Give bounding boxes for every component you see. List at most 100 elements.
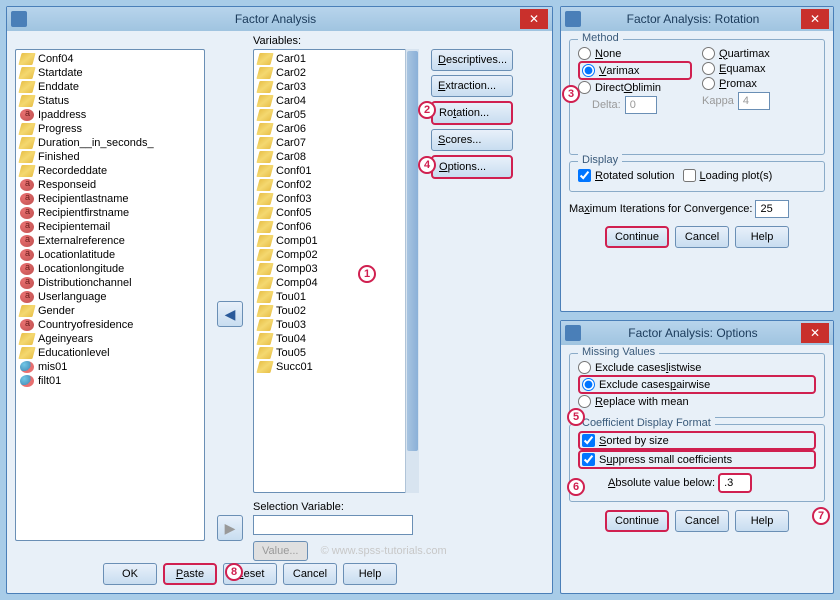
list-item[interactable]: Car07	[256, 136, 402, 150]
variable-name: Countryofresidence	[38, 319, 133, 331]
extraction-button[interactable]: Extraction...	[431, 75, 513, 97]
selected-variable-list[interactable]: Car01Car02Car03Car04Car05Car06Car07Car08…	[253, 49, 419, 493]
variable-name: Externalreference	[38, 235, 125, 247]
list-item[interactable]: Conf05	[256, 206, 402, 220]
exclude-listwise[interactable]: Exclude cases listwise	[578, 360, 816, 375]
list-item[interactable]: Car04	[256, 94, 402, 108]
move-to-variables-button[interactable]: ◀	[217, 301, 243, 327]
ruler-icon	[18, 347, 35, 359]
replace-mean[interactable]: Replace with mean	[578, 394, 816, 409]
list-item[interactable]: Conf02	[256, 178, 402, 192]
help-button[interactable]: Help	[343, 563, 397, 585]
list-item[interactable]: Locationlatitude	[18, 248, 202, 262]
list-item[interactable]: filt01	[18, 374, 202, 388]
sorted-by-size-check[interactable]: Sorted by size	[578, 431, 816, 450]
exclude-pairwise[interactable]: Exclude cases pairwise	[578, 375, 816, 394]
method-varimax[interactable]: Varimax	[578, 61, 692, 80]
method-promax[interactable]: Promax	[702, 76, 816, 91]
list-item[interactable]: Recipientfirstname	[18, 206, 202, 220]
list-item[interactable]: Duration__in_seconds_	[18, 136, 202, 150]
list-item[interactable]: Car03	[256, 80, 402, 94]
help-button[interactable]: Help	[735, 510, 789, 532]
list-item[interactable]: Educationlevel	[18, 346, 202, 360]
list-item[interactable]: Tou02	[256, 304, 402, 318]
descriptives-button[interactable]: Descriptives...	[431, 49, 513, 71]
list-item[interactable]: Tou04	[256, 332, 402, 346]
loading-plots-check[interactable]: Loading plot(s)	[683, 168, 773, 183]
list-item[interactable]: Conf06	[256, 220, 402, 234]
list-item[interactable]: mis01	[18, 360, 202, 374]
list-item[interactable]: Status	[18, 94, 202, 108]
suppress-small-check[interactable]: Suppress small coefficients	[578, 450, 816, 469]
list-item[interactable]: Locationlongitude	[18, 262, 202, 276]
abs-value-input[interactable]	[718, 473, 752, 493]
list-item[interactable]: Tou01	[256, 290, 402, 304]
ruler-icon	[256, 291, 273, 303]
max-iter-input[interactable]	[755, 200, 789, 218]
cancel-button[interactable]: Cancel	[675, 226, 729, 248]
variable-name: Car03	[276, 81, 306, 93]
continue-button[interactable]: Continue	[605, 510, 669, 532]
list-item[interactable]: Gender	[18, 304, 202, 318]
list-item[interactable]: Car06	[256, 122, 402, 136]
reset-button[interactable]: Reset	[223, 563, 277, 585]
list-item[interactable]: Conf04	[18, 52, 202, 66]
nominal-icon	[20, 291, 34, 303]
method-quartimax[interactable]: Quartimax	[702, 46, 816, 61]
list-item[interactable]: Ipaddress	[18, 108, 202, 122]
max-iter-label: Maximum Iterations for Convergence:	[569, 203, 752, 215]
source-variable-list[interactable]: Conf04StartdateEnddateStatusIpaddressPro…	[15, 49, 205, 541]
variables-scrollbar[interactable]	[405, 49, 419, 493]
list-item[interactable]: Comp01	[256, 234, 402, 248]
list-item[interactable]: Conf03	[256, 192, 402, 206]
list-item[interactable]: Tou03	[256, 318, 402, 332]
list-item[interactable]: Ageinyears	[18, 332, 202, 346]
list-item[interactable]: Finished	[18, 150, 202, 164]
list-item[interactable]: Startdate	[18, 66, 202, 80]
cancel-button[interactable]: Cancel	[675, 510, 729, 532]
ruler-icon	[256, 347, 273, 359]
close-icon[interactable]: ✕	[520, 9, 548, 29]
move-to-selection-button[interactable]: ▶	[217, 515, 243, 541]
list-item[interactable]: Comp02	[256, 248, 402, 262]
ruler-icon	[256, 221, 273, 233]
list-item[interactable]: Car02	[256, 66, 402, 80]
list-item[interactable]: Recipientemail	[18, 220, 202, 234]
list-item[interactable]: Progress	[18, 122, 202, 136]
list-item[interactable]: Distributionchannel	[18, 276, 202, 290]
list-item[interactable]: Recordeddate	[18, 164, 202, 178]
list-item[interactable]: Enddate	[18, 80, 202, 94]
close-icon[interactable]: ✕	[801, 9, 829, 29]
scores-button[interactable]: Scores...	[431, 129, 513, 151]
method-equamax[interactable]: Equamax	[702, 61, 816, 76]
options-button[interactable]: Options...	[431, 155, 513, 179]
rotation-button[interactable]: Rotation...	[431, 101, 513, 125]
rotated-solution-check[interactable]: Rotated solution	[578, 168, 675, 183]
list-item[interactable]: Car08	[256, 150, 402, 164]
nominal2-icon	[20, 361, 34, 373]
list-item[interactable]: Car01	[256, 52, 402, 66]
list-item[interactable]: Car05	[256, 108, 402, 122]
window-title: Factor Analysis: Rotation	[585, 12, 801, 26]
paste-button[interactable]: Paste	[163, 563, 217, 585]
list-item[interactable]: Recipientlastname	[18, 192, 202, 206]
continue-button[interactable]: Continue	[605, 226, 669, 248]
app-icon	[565, 11, 581, 27]
list-item[interactable]: Countryofresidence	[18, 318, 202, 332]
help-button[interactable]: Help	[735, 226, 789, 248]
list-item[interactable]: Succ01	[256, 360, 402, 374]
list-item[interactable]: Externalreference	[18, 234, 202, 248]
list-item[interactable]: Responseid	[18, 178, 202, 192]
selection-variable-input[interactable]	[253, 515, 413, 535]
list-item[interactable]: Comp04	[256, 276, 402, 290]
method-none[interactable]: None	[578, 46, 692, 61]
close-icon[interactable]: ✕	[801, 323, 829, 343]
ok-button[interactable]: OK	[103, 563, 157, 585]
list-item[interactable]: Tou05	[256, 346, 402, 360]
list-item[interactable]: Userlanguage	[18, 290, 202, 304]
cancel-button[interactable]: Cancel	[283, 563, 337, 585]
list-item[interactable]: Comp03	[256, 262, 402, 276]
list-item[interactable]: Conf01	[256, 164, 402, 178]
method-oblimin[interactable]: Direct Oblimin	[578, 80, 692, 95]
display-legend: Display	[578, 154, 622, 166]
